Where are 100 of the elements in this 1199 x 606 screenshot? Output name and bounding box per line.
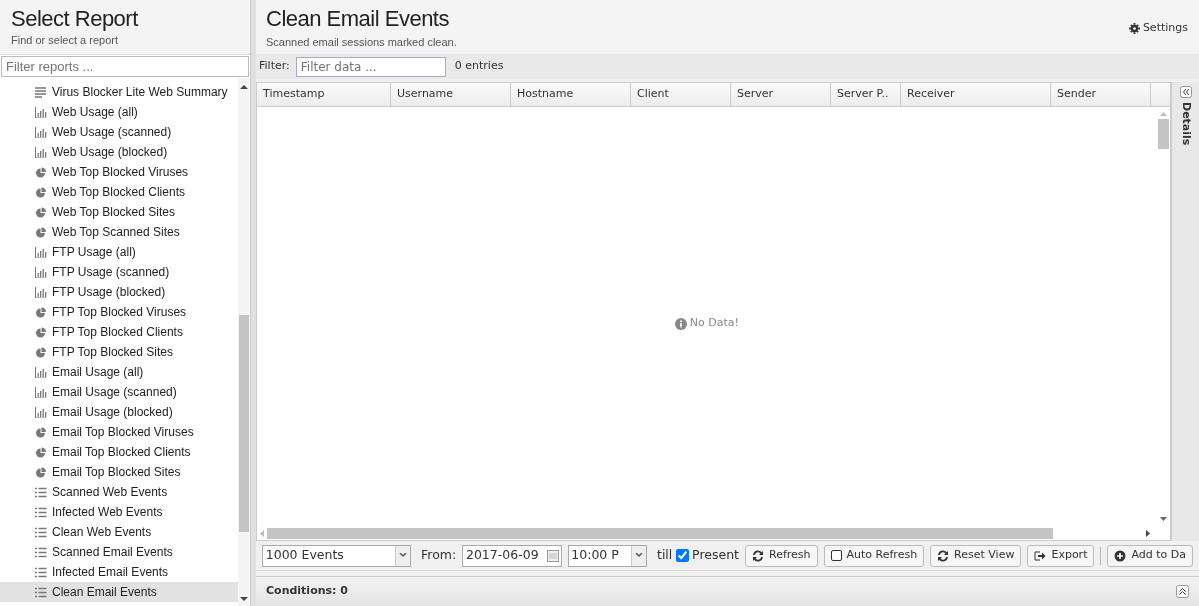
from-label: From: <box>421 546 457 565</box>
bar-chart-icon <box>35 146 47 158</box>
report-item[interactable]: Clean Web Events <box>0 522 238 542</box>
settings-icon <box>1129 22 1141 34</box>
list-icon <box>35 586 47 598</box>
report-filter-field[interactable]: Filter reports ... <box>1 56 249 77</box>
export-icon <box>1034 549 1047 562</box>
refresh-icon <box>752 549 764 562</box>
pie-chart-icon <box>35 226 47 238</box>
toolbar-button[interactable]: Refresh <box>745 544 818 567</box>
sidebar-subtitle: Find or select a report <box>11 33 119 48</box>
report-item[interactable]: Virus Blocker Lite Web Summary <box>0 82 238 102</box>
column-header[interactable]: Hostname <box>511 83 631 106</box>
report-item[interactable]: Email Top Blocked Clients <box>0 442 238 462</box>
details-title: Details <box>1178 102 1194 146</box>
pie-chart-icon <box>35 166 47 178</box>
details-panel[interactable]: Details <box>1171 82 1199 541</box>
bar-chart-icon <box>35 286 47 298</box>
list-icon <box>35 566 47 578</box>
report-item[interactable]: FTP Usage (scanned) <box>0 262 238 282</box>
scroll-down-icon[interactable] <box>240 596 248 602</box>
column-header[interactable]: Username <box>391 83 511 106</box>
report-item[interactable]: Email Usage (blocked) <box>0 402 238 422</box>
column-header[interactable]: Sender <box>1051 83 1151 106</box>
sidebar-title: Select Report <box>11 6 140 32</box>
scroll-right-icon[interactable] <box>1146 529 1151 537</box>
list-icon <box>35 526 47 538</box>
report-item[interactable]: FTP Top Blocked Sites <box>0 342 238 362</box>
toolbar-button[interactable]: Export <box>1027 544 1095 567</box>
column-header[interactable]: Client <box>631 83 731 106</box>
time-dropdown[interactable]: 10:00 P <box>567 544 647 567</box>
settings-button[interactable]: Settings <box>1128 20 1189 36</box>
toolbar-button[interactable]: Reset View <box>930 544 1022 567</box>
column-header[interactable]: Receiver <box>901 83 1051 106</box>
report-item[interactable]: Infected Web Events <box>0 502 238 522</box>
report-item[interactable]: Web Top Blocked Clients <box>0 182 238 202</box>
scrollbar-thumb[interactable] <box>1158 119 1169 149</box>
pie-chart-icon <box>35 326 47 338</box>
scroll-down-icon[interactable] <box>1160 517 1167 522</box>
bar-chart-icon <box>35 406 47 418</box>
till-label: till <box>657 546 673 565</box>
caret-icon <box>635 553 643 558</box>
toolbar-button[interactable]: Add to Da <box>1107 544 1193 567</box>
calendar-icon[interactable] <box>546 549 559 562</box>
entry-count: 0 entries <box>454 58 504 75</box>
auto-refresh-toggle[interactable]: Auto Refresh <box>823 544 925 567</box>
scrollbar-thumb[interactable] <box>267 527 1053 539</box>
bar-chart-icon <box>35 126 47 138</box>
empty-message: No Data! <box>675 121 739 526</box>
present-checkbox[interactable] <box>676 549 690 562</box>
expand-icon[interactable] <box>1176 585 1189 598</box>
column-header[interactable]: Server <box>731 83 831 106</box>
bar-chart-icon <box>35 366 47 378</box>
list-icon <box>35 486 47 498</box>
column-header[interactable]: Timestamp <box>257 83 391 106</box>
report-item[interactable]: FTP Top Blocked Viruses <box>0 302 238 322</box>
report-item[interactable]: Email Top Blocked Sites <box>0 462 238 482</box>
pie-chart-icon <box>35 426 47 438</box>
bar-chart-icon <box>35 246 47 258</box>
scroll-up-icon[interactable] <box>240 84 248 90</box>
report-item[interactable]: Web Usage (all) <box>0 102 238 122</box>
report-item[interactable]: Web Top Blocked Viruses <box>0 162 238 182</box>
report-item[interactable]: Web Top Blocked Sites <box>0 202 238 222</box>
report-item[interactable]: Web Top Scanned Sites <box>0 222 238 242</box>
report-item[interactable]: FTP Top Blocked Clients <box>0 322 238 342</box>
bar-chart-icon <box>35 386 47 398</box>
report-item[interactable]: Scanned Email Events <box>0 542 238 562</box>
report-item[interactable]: Web Usage (blocked) <box>0 142 238 162</box>
report-item[interactable]: Web Usage (scanned) <box>0 122 238 142</box>
report-item[interactable]: Email Top Blocked Viruses <box>0 422 238 442</box>
report-item[interactable]: Infected Email Events <box>0 562 238 582</box>
report-title: Clean Email Events <box>266 6 450 32</box>
column-header[interactable]: Server P.. <box>831 83 901 106</box>
report-item[interactable]: Email Usage (scanned) <box>0 382 238 402</box>
list-icon <box>35 506 47 518</box>
bar-chart-icon <box>35 106 47 118</box>
plus-circle-icon <box>1114 549 1127 562</box>
pie-chart-icon <box>35 446 47 458</box>
data-filter-field[interactable]: Filter data ... <box>295 56 446 77</box>
limit-dropdown[interactable]: 1000 Events <box>262 544 411 567</box>
scroll-left-icon[interactable] <box>259 529 264 537</box>
refresh-icon <box>937 549 950 562</box>
pie-chart-icon <box>35 186 47 198</box>
pie-chart-icon <box>35 206 47 218</box>
date-field[interactable]: 2017-06-09 <box>462 544 562 567</box>
conditions-label: Conditions: 0 <box>266 583 348 600</box>
sidebar-scrollbar[interactable] <box>238 78 250 606</box>
report-item[interactable]: FTP Usage (blocked) <box>0 282 238 302</box>
collapse-icon[interactable] <box>1179 86 1192 98</box>
filter-label: Filter: <box>259 58 290 75</box>
report-item[interactable]: Clean Email Events <box>0 582 238 602</box>
report-item[interactable]: FTP Usage (all) <box>0 242 238 262</box>
report-item[interactable]: Scanned Web Events <box>0 482 238 502</box>
caret-icon <box>399 553 407 558</box>
pie-chart-icon <box>35 306 47 318</box>
report-item[interactable]: Email Usage (all) <box>0 362 238 382</box>
scrollbar-thumb[interactable] <box>239 315 249 532</box>
pie-chart-icon <box>35 346 47 358</box>
bar-chart-icon <box>35 266 47 278</box>
list-icon <box>35 546 47 558</box>
